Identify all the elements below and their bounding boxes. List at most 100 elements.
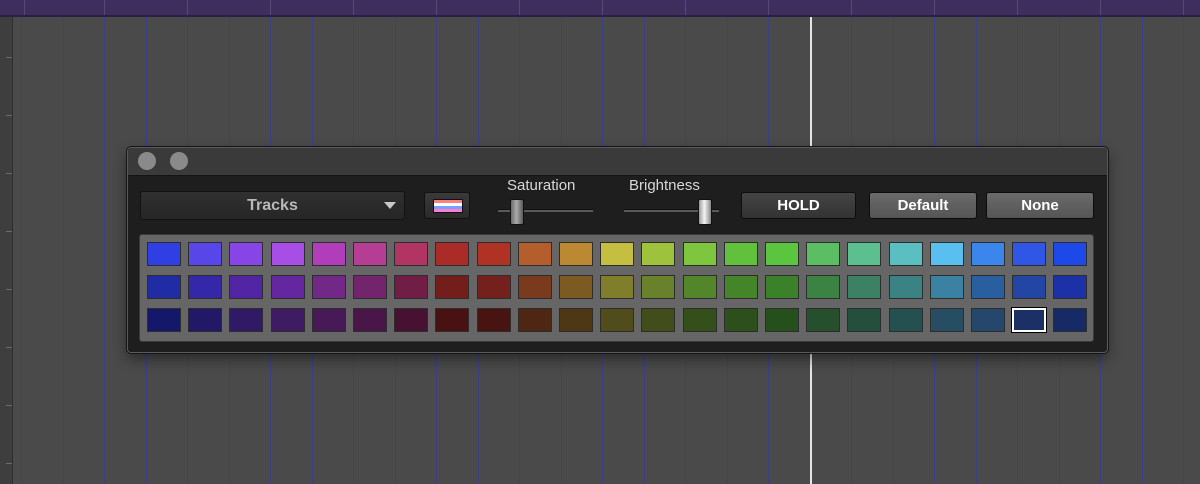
hold-button[interactable]: HOLD [741, 192, 856, 219]
ruler-tick [104, 0, 105, 15]
color-swatch[interactable] [765, 275, 799, 299]
color-swatch[interactable] [476, 308, 511, 332]
color-swatch[interactable] [600, 275, 635, 299]
brightness-slider-thumb[interactable] [697, 199, 712, 225]
ruler-tick [934, 0, 935, 15]
color-swatch[interactable] [476, 275, 511, 299]
color-swatch[interactable] [971, 275, 1005, 299]
ruler-tick [353, 0, 354, 15]
minimize-icon[interactable] [170, 152, 188, 170]
ruler-tick [436, 0, 437, 15]
color-swatch[interactable] [311, 275, 346, 299]
dropdown-value: Tracks [247, 197, 298, 214]
color-swatch[interactable] [765, 242, 799, 266]
color-swatch[interactable] [847, 275, 882, 299]
color-swatch[interactable] [435, 275, 470, 299]
color-swatch[interactable] [559, 275, 593, 299]
color-swatch[interactable] [929, 275, 964, 299]
color-swatch[interactable] [517, 275, 552, 299]
ruler-tick [6, 463, 12, 464]
color-palette-grid [139, 234, 1094, 342]
color-swatch[interactable] [353, 275, 387, 299]
color-swatch[interactable] [270, 308, 305, 332]
color-swatch[interactable] [723, 308, 758, 332]
color-swatch[interactable] [147, 242, 181, 266]
ruler-tick [6, 173, 12, 174]
color-swatch[interactable] [888, 242, 923, 266]
color-swatch[interactable] [229, 308, 264, 332]
color-swatch[interactable] [971, 308, 1005, 332]
ruler-tick [768, 0, 769, 15]
color-swatch[interactable] [682, 308, 717, 332]
grid-line [104, 17, 105, 484]
color-swatch[interactable] [1012, 242, 1047, 266]
color-swatch[interactable] [723, 275, 758, 299]
close-icon[interactable] [138, 152, 156, 170]
color-swatch[interactable] [1053, 275, 1088, 299]
color-swatch[interactable] [188, 242, 223, 266]
color-swatch[interactable] [806, 242, 841, 266]
color-swatch[interactable] [682, 275, 717, 299]
color-swatch[interactable] [311, 308, 346, 332]
color-swatch[interactable] [559, 308, 593, 332]
color-swatch[interactable] [435, 242, 470, 266]
color-swatch[interactable] [517, 242, 552, 266]
color-swatch[interactable] [682, 242, 717, 266]
color-swatch[interactable] [188, 275, 223, 299]
color-swatch[interactable] [641, 308, 676, 332]
color-swatch[interactable] [1011, 307, 1048, 333]
color-swatch[interactable] [600, 308, 635, 332]
color-swatch[interactable] [394, 308, 429, 332]
grid-line [63, 17, 64, 484]
color-swatch[interactable] [559, 242, 593, 266]
ruler-tick [685, 0, 686, 15]
color-swatch[interactable] [353, 242, 387, 266]
color-swatch[interactable] [270, 275, 305, 299]
ruler-tick [6, 231, 12, 232]
color-swatch[interactable] [765, 308, 799, 332]
color-palette-window: Tracks Saturation Brightness HOLD Defaul… [127, 147, 1108, 353]
color-swatch[interactable] [147, 275, 181, 299]
color-swatch[interactable] [1053, 308, 1088, 332]
color-swatch[interactable] [888, 275, 923, 299]
color-swatch-icon [433, 199, 463, 213]
color-swatch[interactable] [435, 308, 470, 332]
color-swatch[interactable] [147, 308, 181, 332]
vertical-ruler [0, 17, 13, 484]
color-swatch[interactable] [394, 242, 429, 266]
color-swatch[interactable] [311, 242, 346, 266]
color-swatch[interactable] [394, 275, 429, 299]
color-swatch[interactable] [641, 275, 676, 299]
color-swatch[interactable] [971, 242, 1005, 266]
color-swatch[interactable] [1012, 275, 1047, 299]
color-swatch[interactable] [929, 242, 964, 266]
chevron-down-icon [384, 202, 396, 209]
color-swatch[interactable] [188, 308, 223, 332]
saturation-label: Saturation [507, 177, 576, 194]
color-swatch[interactable] [1053, 242, 1088, 266]
color-swatch[interactable] [353, 308, 387, 332]
ruler-tick [519, 0, 520, 15]
color-swatch[interactable] [847, 308, 882, 332]
none-button[interactable]: None [986, 192, 1094, 219]
color-swatch[interactable] [270, 242, 305, 266]
color-swatch[interactable] [600, 242, 635, 266]
color-swatch[interactable] [641, 242, 676, 266]
color-swatch[interactable] [806, 275, 841, 299]
color-picker-button[interactable] [424, 192, 470, 219]
saturation-slider-thumb[interactable] [510, 199, 524, 225]
color-swatch[interactable] [229, 242, 264, 266]
ruler-tick [851, 0, 852, 15]
target-dropdown[interactable]: Tracks [140, 191, 405, 220]
color-swatch[interactable] [847, 242, 882, 266]
color-swatch[interactable] [888, 308, 923, 332]
color-swatch[interactable] [929, 308, 964, 332]
color-swatch[interactable] [229, 275, 264, 299]
color-swatch[interactable] [806, 308, 841, 332]
color-swatch[interactable] [723, 242, 758, 266]
color-swatch[interactable] [476, 242, 511, 266]
color-swatch[interactable] [517, 308, 552, 332]
ruler-tick [1100, 0, 1101, 15]
window-titlebar[interactable] [128, 148, 1107, 176]
default-button[interactable]: Default [869, 192, 977, 219]
